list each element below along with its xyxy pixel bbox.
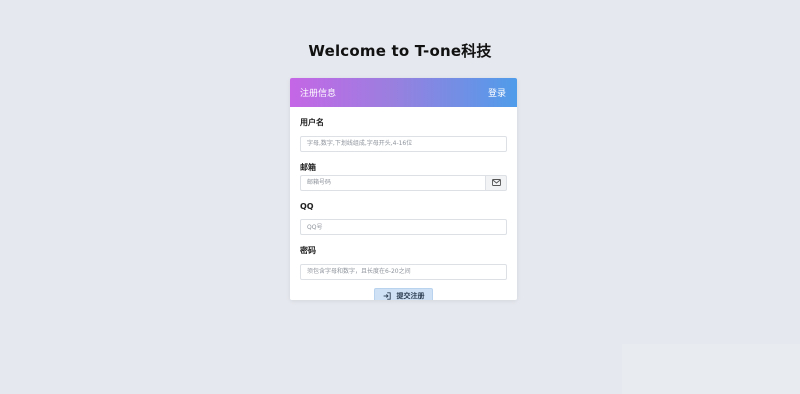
page-title: Welcome to T-one科技	[308, 42, 492, 60]
submit-button[interactable]: 提交注册	[374, 287, 433, 300]
submit-button-label: 提交注册	[396, 293, 425, 300]
submit-row: 提交注册	[300, 287, 507, 300]
email-addon	[485, 174, 507, 191]
email-label: 邮箱	[300, 162, 316, 172]
registration-card: 注册信息 登录 用户名 邮箱 QQ 密码	[290, 78, 517, 300]
qq-label: QQ	[300, 201, 314, 211]
login-link[interactable]: 登录	[488, 86, 506, 99]
password-input[interactable]	[300, 263, 507, 280]
registration-form: 用户名 邮箱 QQ 密码	[290, 107, 517, 300]
password-label: 密码	[300, 246, 316, 255]
password-field-group: 密码	[300, 245, 507, 280]
background-patch	[622, 344, 800, 394]
envelope-icon	[491, 179, 501, 186]
email-input[interactable]	[300, 174, 485, 191]
sign-in-icon	[383, 292, 391, 300]
email-input-group	[300, 174, 507, 191]
qq-field-group: QQ	[300, 201, 507, 235]
username-label: 用户名	[300, 118, 324, 127]
username-input[interactable]	[300, 135, 507, 152]
card-header-title: 注册信息	[300, 89, 337, 99]
qq-input[interactable]	[300, 219, 507, 235]
username-field-group: 用户名	[300, 117, 507, 152]
email-field-group: 邮箱	[300, 162, 507, 191]
card-header: 注册信息 登录	[290, 78, 517, 107]
